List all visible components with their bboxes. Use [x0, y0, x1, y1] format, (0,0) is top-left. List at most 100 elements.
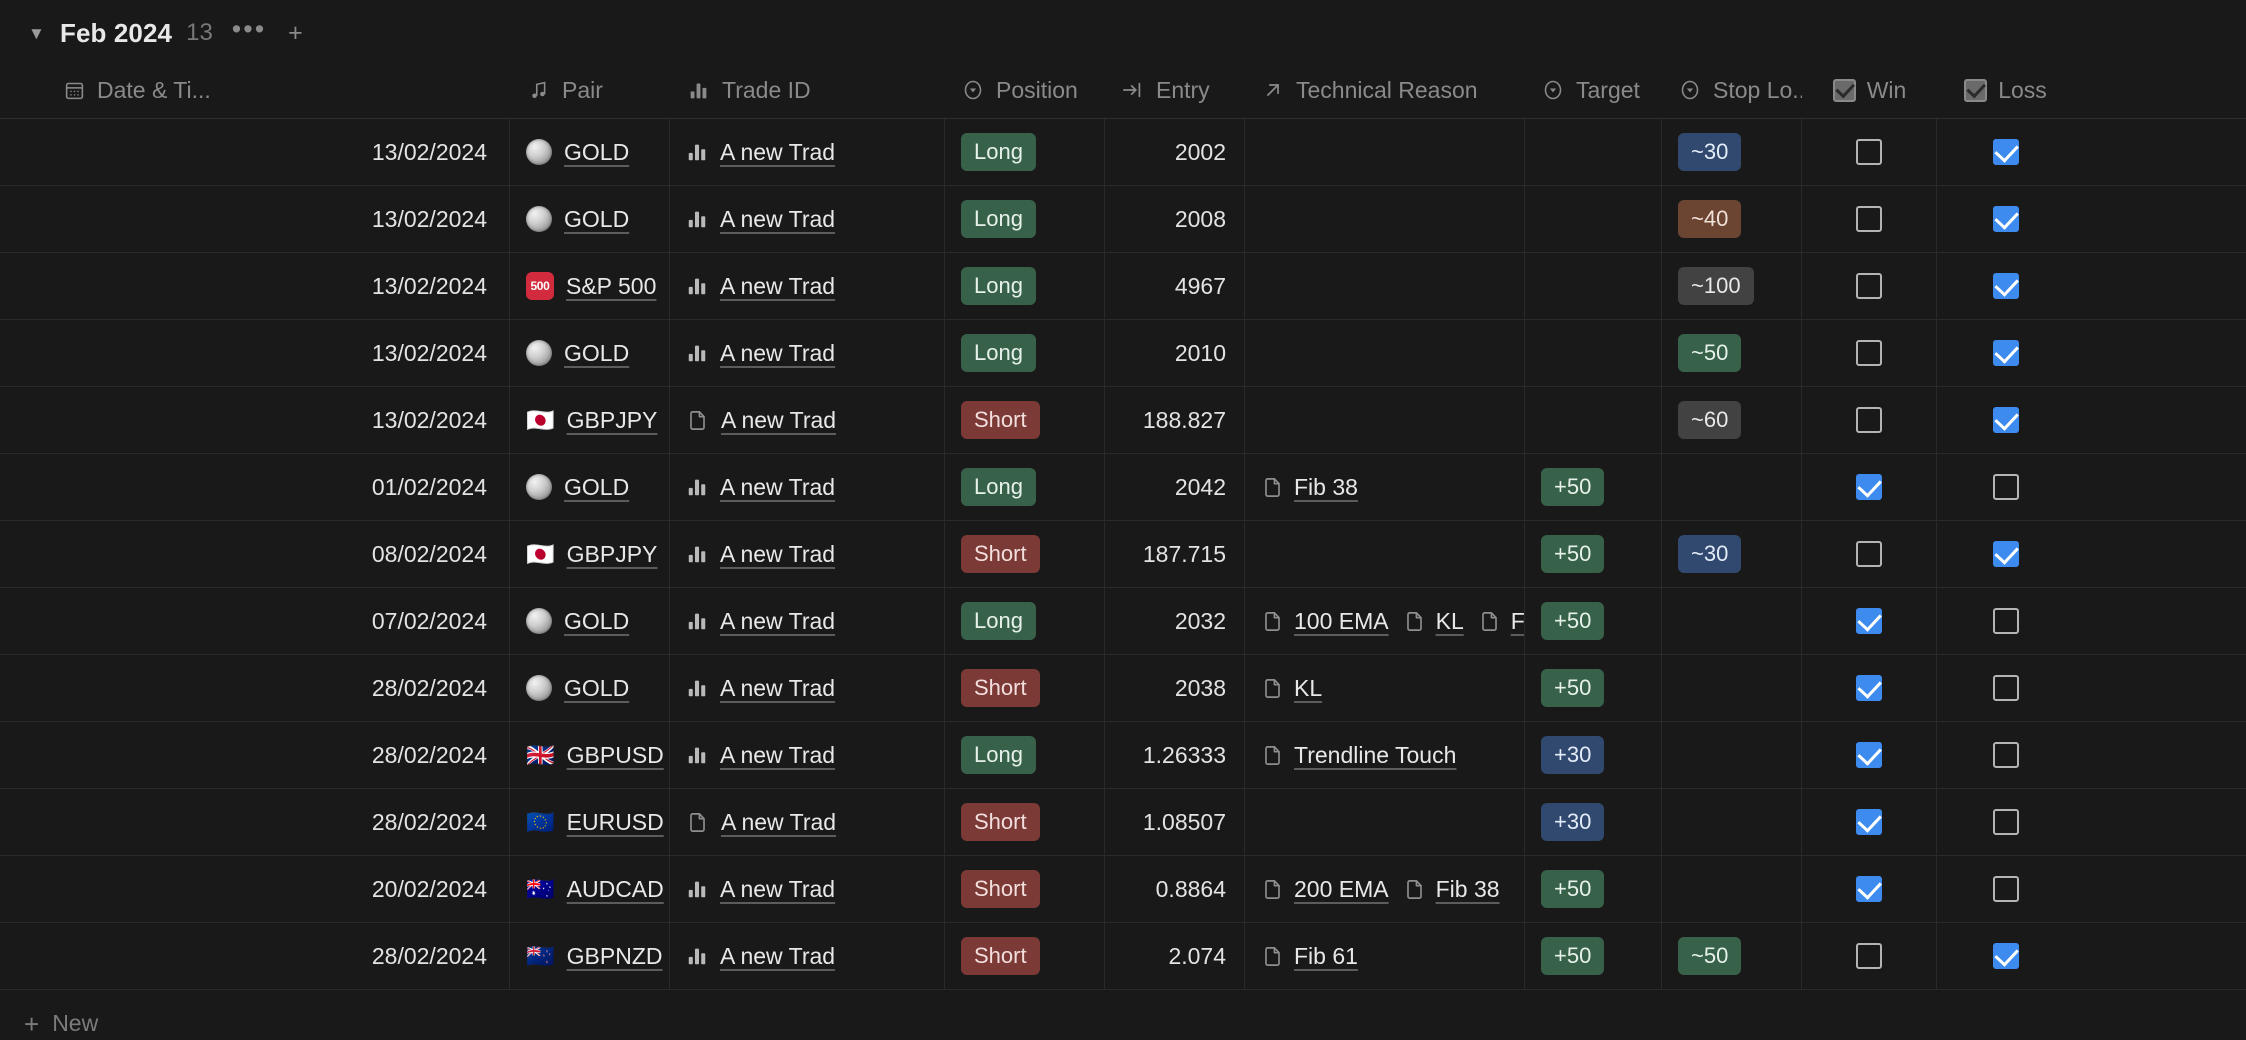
cell-pair[interactable]: 🇯🇵 GBPJPY: [510, 521, 670, 587]
cell-position[interactable]: Short: [945, 655, 1105, 721]
cell-entry[interactable]: 2032: [1105, 588, 1245, 654]
cell-date[interactable]: 28/02/2024: [0, 789, 510, 855]
cell-technical-reason[interactable]: 100 EMA KL Fib 3: [1245, 588, 1525, 654]
cell-entry[interactable]: 188.827: [1105, 387, 1245, 453]
cell-pair[interactable]: GOLD: [510, 655, 670, 721]
win-checkbox[interactable]: [1856, 340, 1882, 366]
cell-entry[interactable]: 2042: [1105, 454, 1245, 520]
group-more-options-button[interactable]: •••: [229, 15, 269, 43]
win-checkbox[interactable]: [1856, 943, 1882, 969]
cell-win[interactable]: [1802, 789, 1937, 855]
table-row[interactable]: 13/02/2024 GOLD A new Trad Long 2002 ~30: [0, 119, 2246, 186]
cell-trade-id[interactable]: A new Trad: [670, 320, 945, 386]
cell-target[interactable]: +50: [1525, 588, 1662, 654]
cell-pair[interactable]: GOLD: [510, 588, 670, 654]
cell-loss[interactable]: [1937, 722, 2074, 788]
loss-checkbox[interactable]: [1992, 340, 2019, 366]
column-header-position[interactable]: Position: [945, 62, 1105, 118]
reason-tag[interactable]: 200 EMA: [1261, 876, 1389, 903]
cell-entry[interactable]: 1.08507: [1105, 789, 1245, 855]
cell-entry[interactable]: 2010: [1105, 320, 1245, 386]
cell-stop-loss[interactable]: ~50: [1662, 923, 1802, 989]
loss-checkbox[interactable]: [1992, 541, 2019, 567]
win-checkbox[interactable]: [1856, 407, 1882, 433]
cell-trade-id[interactable]: A new Trad: [670, 856, 945, 922]
cell-loss[interactable]: [1937, 856, 2074, 922]
cell-technical-reason[interactable]: Fib 61: [1245, 923, 1525, 989]
table-row[interactable]: 28/02/2024 🇳🇿 GBPNZD A new Trad Short 2.074 Fi…: [0, 923, 2246, 990]
loss-checkbox[interactable]: [1992, 608, 2019, 634]
loss-checkbox[interactable]: [1992, 407, 2019, 433]
cell-technical-reason[interactable]: [1245, 789, 1525, 855]
table-row[interactable]: 07/02/2024 GOLD A new Trad Long 2032 100 EMA K…: [0, 588, 2246, 655]
cell-loss[interactable]: [1937, 923, 2074, 989]
cell-pair[interactable]: 500 S&P 500: [510, 253, 670, 319]
cell-win[interactable]: [1802, 119, 1937, 185]
table-row[interactable]: 01/02/2024 GOLD A new Trad Long 2042 Fib 38 +5…: [0, 454, 2246, 521]
reason-tag[interactable]: KL: [1261, 675, 1322, 702]
column-header-technical-reason[interactable]: Technical Reason: [1245, 62, 1525, 118]
table-row[interactable]: 28/02/2024 🇬🇧 GBPUSD A new Trad Long 1.26333 T…: [0, 722, 2246, 789]
cell-pair[interactable]: 🇳🇿 GBPNZD: [510, 923, 670, 989]
loss-checkbox[interactable]: [1992, 943, 2019, 969]
cell-entry[interactable]: 2008: [1105, 186, 1245, 252]
cell-loss[interactable]: [1937, 655, 2074, 721]
cell-target[interactable]: [1525, 119, 1662, 185]
cell-trade-id[interactable]: A new Trad: [670, 521, 945, 587]
cell-pair[interactable]: 🇯🇵 GBPJPY: [510, 387, 670, 453]
cell-trade-id[interactable]: A new Trad: [670, 387, 945, 453]
cell-trade-id[interactable]: A new Trad: [670, 655, 945, 721]
loss-checkbox[interactable]: [1992, 809, 2019, 835]
cell-position[interactable]: Long: [945, 454, 1105, 520]
cell-entry[interactable]: 2038: [1105, 655, 1245, 721]
reason-tag[interactable]: Trendline Touch: [1261, 742, 1456, 769]
table-row[interactable]: 28/02/2024 GOLD A new Trad Short 2038 KL +50: [0, 655, 2246, 722]
cell-pair[interactable]: 🇬🇧 GBPUSD: [510, 722, 670, 788]
cell-position[interactable]: Long: [945, 722, 1105, 788]
cell-pair[interactable]: GOLD: [510, 119, 670, 185]
cell-entry[interactable]: 187.715: [1105, 521, 1245, 587]
loss-checkbox[interactable]: [1992, 675, 2019, 701]
column-header-date[interactable]: Date & Ti...: [0, 62, 510, 118]
cell-date[interactable]: 20/02/2024: [0, 856, 510, 922]
cell-entry[interactable]: 2002: [1105, 119, 1245, 185]
cell-target[interactable]: +50: [1525, 521, 1662, 587]
column-header-stop-loss[interactable]: Stop Lo...: [1662, 62, 1802, 118]
cell-stop-loss[interactable]: [1662, 789, 1802, 855]
win-checkbox[interactable]: [1856, 139, 1882, 165]
loss-checkbox[interactable]: [1992, 273, 2019, 299]
cell-position[interactable]: Long: [945, 253, 1105, 319]
cell-technical-reason[interactable]: KL: [1245, 655, 1525, 721]
cell-target[interactable]: +50: [1525, 655, 1662, 721]
win-checkbox[interactable]: [1856, 876, 1882, 902]
cell-date[interactable]: 28/02/2024: [0, 923, 510, 989]
cell-loss[interactable]: [1937, 387, 2074, 453]
cell-win[interactable]: [1802, 186, 1937, 252]
cell-position[interactable]: Short: [945, 789, 1105, 855]
cell-date[interactable]: 13/02/2024: [0, 387, 510, 453]
group-collapse-toggle[interactable]: ▼: [28, 25, 45, 42]
cell-trade-id[interactable]: A new Trad: [670, 253, 945, 319]
win-checkbox[interactable]: [1856, 742, 1882, 768]
loss-checkbox[interactable]: [1992, 206, 2019, 232]
cell-win[interactable]: [1802, 655, 1937, 721]
reason-tag[interactable]: 100 EMA: [1261, 608, 1389, 635]
table-row[interactable]: 13/02/2024 GOLD A new Trad Long 2008 ~40: [0, 186, 2246, 253]
cell-target[interactable]: +50: [1525, 923, 1662, 989]
cell-position[interactable]: Short: [945, 521, 1105, 587]
cell-date[interactable]: 01/02/2024: [0, 454, 510, 520]
cell-loss[interactable]: [1937, 588, 2074, 654]
cell-technical-reason[interactable]: [1245, 387, 1525, 453]
cell-target[interactable]: +30: [1525, 722, 1662, 788]
cell-date[interactable]: 13/02/2024: [0, 320, 510, 386]
cell-target[interactable]: [1525, 253, 1662, 319]
cell-trade-id[interactable]: A new Trad: [670, 722, 945, 788]
win-checkbox[interactable]: [1856, 541, 1882, 567]
win-checkbox[interactable]: [1856, 608, 1882, 634]
cell-win[interactable]: [1802, 521, 1937, 587]
cell-win[interactable]: [1802, 722, 1937, 788]
loss-checkbox[interactable]: [1992, 742, 2019, 768]
table-row[interactable]: 08/02/2024 🇯🇵 GBPJPY A new Trad Short 187.715…: [0, 521, 2246, 588]
cell-technical-reason[interactable]: [1245, 521, 1525, 587]
cell-position[interactable]: Long: [945, 186, 1105, 252]
